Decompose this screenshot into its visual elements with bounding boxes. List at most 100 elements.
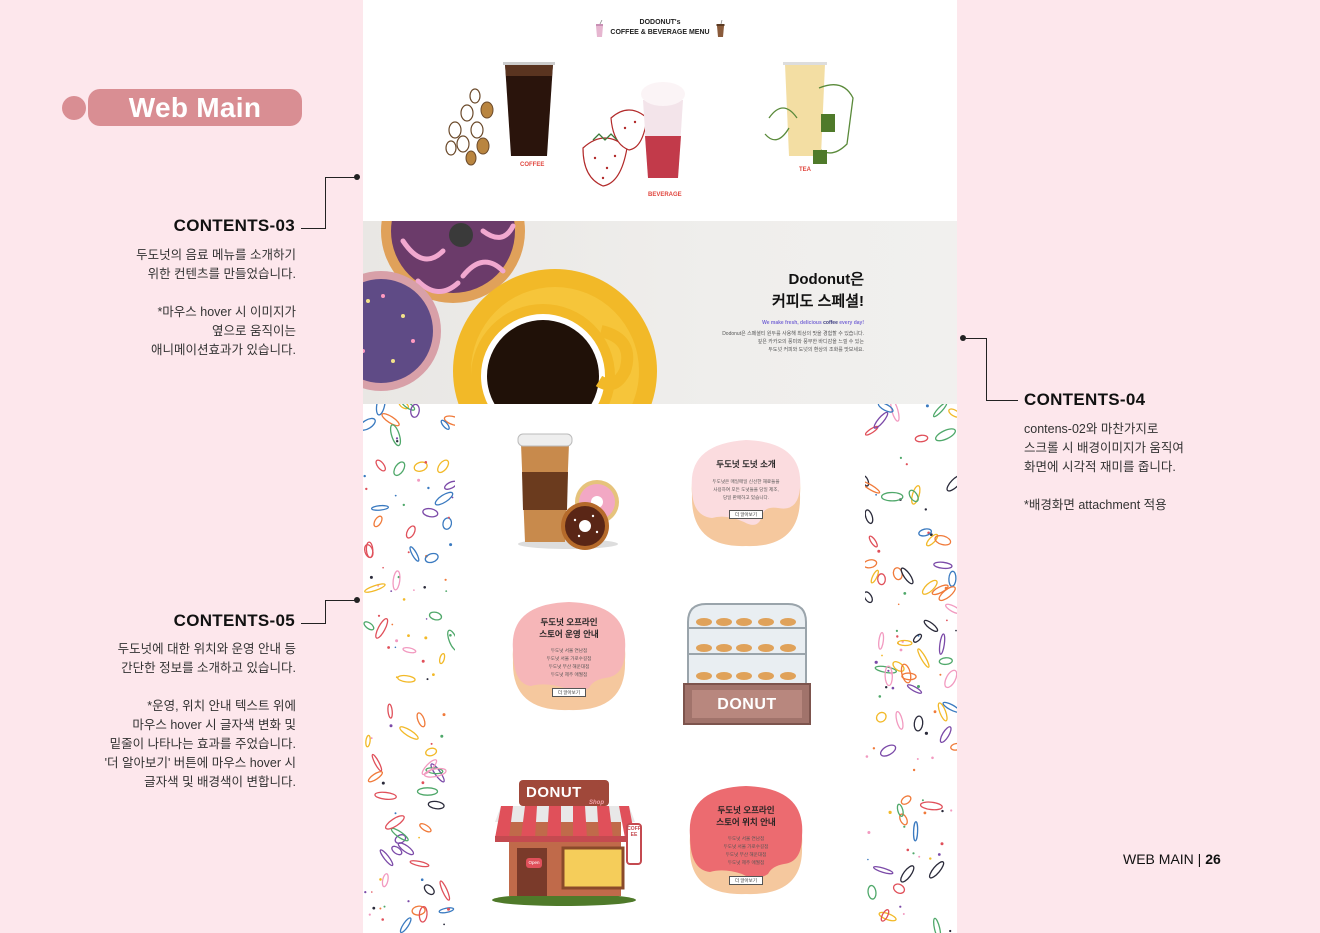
vertical-coffee-sign: COFFEE: [627, 826, 641, 838]
contents-05-description: 두도넛에 대한 위치와 운영 안내 등 간단한 정보를 소개하고 있습니다. *…: [104, 642, 296, 789]
sprinkle-dot: [417, 478, 421, 482]
sprinkle-ring: [912, 633, 923, 643]
contents-04-description: contens-02와 마찬가지로 스크롤 시 배경이미지가 움직여 화면에 시…: [1024, 422, 1184, 512]
sprinkle-dot: [918, 855, 921, 858]
sprinkle-dot: [371, 891, 373, 893]
sprinkle-dot: [394, 494, 397, 497]
sprinkle-dot: [874, 660, 878, 664]
sprinkle-ring: [906, 684, 923, 694]
strawberry-beverage-illustration[interactable]: [575, 78, 695, 190]
sprinkle-ring: [938, 633, 946, 655]
donut-intro-card: 두도넛 도넛 소개 두도넛은 매일매일 신선한 재료들을 사용하여 모든 도넛들…: [686, 438, 806, 550]
sprinkle-dot: [949, 929, 952, 933]
sprinkle-ring: [363, 417, 376, 431]
menu-item-tea-label[interactable]: TEA: [799, 167, 811, 173]
sprinkle-dot: [407, 634, 410, 637]
intro-more-button[interactable]: 더 알아보기: [729, 510, 763, 519]
sprinkle-ring: [405, 525, 416, 539]
location-title: 두도넛 오프라인 스토어 위치 안내: [716, 805, 776, 827]
sprinkle-dot: [426, 678, 429, 681]
beverage-menu-section: DODONUT's COFFEE & BEVERAGE MENU COFFEE: [363, 0, 957, 221]
sprinkle-ring: [878, 632, 885, 650]
location-more-button[interactable]: 더 알아보기: [729, 876, 763, 885]
sprinkle-ring: [391, 845, 403, 856]
hours-more-button[interactable]: 더 알아보기: [552, 688, 586, 697]
sprinkle-ring: [946, 474, 957, 492]
menu-heading-line2: COFFEE & BEVERAGE MENU: [610, 29, 710, 36]
sprinkle-dot: [407, 551, 410, 554]
hero-tagline-post: every day!: [837, 320, 864, 326]
sprinkle-dot: [387, 646, 390, 649]
sprinkle-dot: [425, 618, 428, 620]
iced-coffee-illustration[interactable]: [443, 58, 563, 168]
sprinkle-ring: [392, 570, 401, 591]
hours-locations-list[interactable]: 두도넛 서울 연남점 두도넛 서울 가로수길점 두도넛 부산 해운대점 두도넛 …: [509, 647, 629, 679]
website-mockup: DODONUT's COFFEE & BEVERAGE MENU COFFEE: [363, 0, 957, 933]
location-stores-list[interactable]: 두도넛 서울 연남점 두도넛 서울 가로수길점 두도넛 부산 해운대점 두도넛 …: [686, 835, 806, 867]
sprinkle-dot: [875, 493, 877, 496]
sprinkle-ring: [937, 702, 948, 722]
sprinkle-ring: [387, 703, 393, 719]
sprinkle-dot: [925, 404, 929, 408]
sprinkle-dot: [888, 810, 892, 814]
sprinkle-ring: [933, 561, 953, 570]
sprinkle-ring: [939, 726, 952, 744]
sprinkle-dot: [946, 619, 948, 622]
sprinkle-dot: [391, 623, 394, 626]
sprinkle-dot: [407, 900, 410, 903]
contents-04-connector: [986, 338, 1018, 401]
sprinkle-dot: [929, 857, 932, 860]
sprinkle-dot: [421, 781, 425, 785]
display-case-sign: DONUT: [717, 696, 777, 713]
sprinkle-dot: [394, 646, 397, 649]
sprinkle-ring: [416, 712, 426, 728]
sprinkle-ring: [934, 428, 957, 442]
sprinkle-dot: [872, 747, 876, 750]
sprinkle-dot: [382, 566, 384, 569]
hero-heading: Dodonut은 커피도 스페셜!: [772, 269, 864, 313]
sprinkle-dot: [445, 590, 448, 592]
sprinkle-ring: [900, 795, 912, 805]
sprinkle-dot: [424, 636, 428, 640]
sprinkle-ring: [442, 517, 453, 530]
sprinkle-dot: [939, 673, 942, 676]
sprinkle-ring: [865, 559, 878, 569]
sprinkle-ring: [440, 419, 450, 430]
store-location-card: 두도넛 오프라인 스토어 위치 안내 두도넛 서울 연남점 두도넛 서울 가로수…: [686, 784, 806, 896]
sprinkle-dot: [402, 503, 405, 507]
sprinkle-ring: [865, 591, 873, 604]
contents-04-title: CONTENTS-04: [1024, 390, 1146, 409]
sprinkle-dot: [402, 598, 406, 601]
sprinkle-ring: [374, 791, 397, 801]
contents-05-connector-top: [325, 600, 356, 601]
sprinkle-ring: [917, 648, 930, 668]
iced-tea-illustration[interactable]: [763, 58, 863, 168]
sprinkle-dot: [372, 906, 376, 910]
sprinkle-dot: [449, 634, 452, 637]
sprinkle-dot: [421, 659, 425, 663]
store-hours-card: 두도넛 오프라인 스토어 운영 안내 두도넛 서울 연남점 두도넛 서울 가로수…: [509, 600, 629, 712]
coffee-and-donuts-illustration: [517, 433, 619, 550]
sprinkle-ring: [438, 907, 455, 914]
donut-coffee-photo: [363, 221, 657, 404]
contents-04-connector-top: [966, 338, 987, 339]
sprinkle-ring: [884, 665, 893, 687]
sprinkle-dot: [867, 858, 869, 861]
shop-sign: DONUT: [526, 784, 582, 801]
sprinkle-dot: [933, 710, 937, 714]
sprinkle-dot: [921, 799, 924, 802]
sprinkle-ring: [865, 425, 879, 436]
menu-item-coffee-label[interactable]: COFFEE: [520, 162, 544, 168]
sprinkle-dot: [413, 589, 415, 591]
sprinkle-dot: [381, 918, 384, 921]
sprinkle-ring: [865, 475, 870, 487]
hero-tagline: We make fresh, delicious coffee every da…: [762, 320, 864, 326]
menu-item-beverage-label[interactable]: BEVERAGE: [648, 192, 682, 198]
sprinkle-dot: [447, 516, 450, 519]
sprinkle-dot: [369, 575, 373, 579]
sprinkle-ring: [932, 404, 948, 418]
sprinkle-dot: [381, 781, 385, 785]
intro-text: 두도넛은 매일매일 신선한 재료들을 사용하여 모든 도넛들을 당일 제조, 당…: [712, 479, 780, 500]
sprinkle-ring: [371, 753, 383, 772]
hero-heading-line1: Dodonut은: [788, 271, 864, 288]
